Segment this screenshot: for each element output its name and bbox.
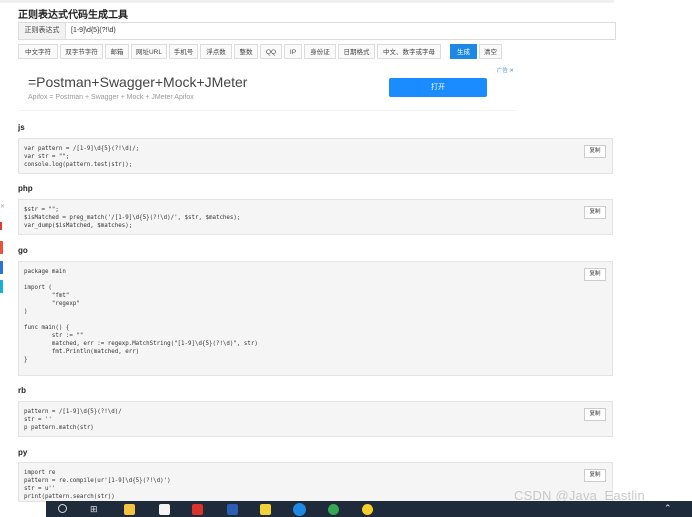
side-close-icon[interactable]: ✕ bbox=[0, 203, 5, 210]
copy-button-php[interactable]: 复制 bbox=[584, 206, 606, 219]
btn-integer[interactable]: 整数 bbox=[234, 44, 258, 59]
code-block-go: package main import ( "fmt" "regexp" ) f… bbox=[18, 261, 613, 376]
ad-corner-text: 广告 bbox=[496, 68, 508, 74]
copy-button-rb[interactable]: 复制 bbox=[584, 408, 606, 421]
top-divider bbox=[0, 0, 614, 3]
btn-qq[interactable]: QQ bbox=[260, 44, 282, 59]
section-title-go: go bbox=[18, 246, 28, 255]
btn-email[interactable]: 邮箱 bbox=[105, 44, 129, 59]
taskbar: ⊞ ⌃ bbox=[46, 501, 692, 517]
ad-title: =Postman+Swagger+Mock+JMeter bbox=[28, 74, 248, 90]
regex-input-row: 正则表达式 [1-9]\d{5}(?!\d) bbox=[18, 22, 616, 40]
file-explorer-icon[interactable] bbox=[124, 504, 135, 515]
share-qzone-icon[interactable] bbox=[0, 261, 3, 274]
regex-input[interactable]: [1-9]\d{5}(?!\d) bbox=[71, 23, 116, 39]
btn-phone[interactable]: 手机号 bbox=[169, 44, 198, 59]
task-view-icon[interactable]: ⊞ bbox=[90, 504, 98, 514]
typora-icon[interactable] bbox=[159, 504, 170, 515]
code-text-js: var pattern = /[1-9]\d{5}(?!\d)/; var st… bbox=[24, 146, 140, 168]
ad-open-button[interactable]: 打开 bbox=[389, 78, 487, 97]
copy-button-go[interactable]: 复制 bbox=[584, 268, 606, 281]
side-more-icon[interactable] bbox=[0, 222, 2, 230]
section-title-rb: rb bbox=[18, 386, 26, 395]
word-icon[interactable] bbox=[227, 504, 238, 515]
code-block-rb: pattern = /[1-9]\d{5}(?!\d)/ str = '' p … bbox=[18, 401, 613, 437]
btn-float[interactable]: 浮点数 bbox=[200, 44, 232, 59]
code-text-go: package main import ( "fmt" "regexp" ) f… bbox=[24, 269, 258, 363]
clear-button[interactable]: 清空 bbox=[479, 44, 502, 59]
chrome-icon[interactable] bbox=[328, 504, 339, 515]
page-title: 正则表达式代码生成工具 bbox=[18, 10, 128, 21]
share-tencent-icon[interactable] bbox=[0, 280, 3, 293]
code-block-php: $str = ""; $isMatched = preg_match('/[1-… bbox=[18, 199, 613, 235]
btn-alnum-chinese[interactable]: 中文、数字或字母 bbox=[377, 44, 441, 59]
section-title-py: py bbox=[18, 448, 28, 457]
code-text-php: $str = ""; $isMatched = preg_match('/[1-… bbox=[24, 207, 241, 229]
section-title-php: php bbox=[18, 184, 33, 193]
copy-button-js[interactable]: 复制 bbox=[584, 145, 606, 158]
btn-double-byte[interactable]: 双字节字符 bbox=[60, 44, 103, 59]
ad-subtitle: Apifox = Postman + Swagger + Mock + JMet… bbox=[28, 94, 194, 101]
code-block-js: var pattern = /[1-9]\d{5}(?!\d)/; var st… bbox=[18, 138, 613, 174]
regex-label: 正则表达式 bbox=[19, 23, 66, 39]
generate-button[interactable]: 生成 bbox=[450, 44, 477, 59]
btn-url[interactable]: 网址URL bbox=[131, 44, 167, 59]
btn-ip[interactable]: IP bbox=[284, 44, 302, 59]
browser-icon[interactable] bbox=[293, 503, 306, 516]
btn-date-format[interactable]: 日期格式 bbox=[338, 44, 375, 59]
notes-icon[interactable] bbox=[260, 504, 271, 515]
code-text-rb: pattern = /[1-9]\d{5}(?!\d)/ str = '' p … bbox=[24, 409, 122, 431]
search-icon[interactable] bbox=[58, 504, 67, 513]
share-weibo-icon[interactable] bbox=[0, 241, 3, 254]
copy-button-py[interactable]: 复制 bbox=[584, 469, 606, 482]
ad-banner[interactable]: =Postman+Swagger+Mock+JMeter Apifox = Po… bbox=[18, 65, 516, 111]
ad-corner-label[interactable]: 广告 ✕ bbox=[497, 66, 514, 74]
btn-id-card[interactable]: 身份证 bbox=[304, 44, 336, 59]
close-icon[interactable]: ✕ bbox=[509, 68, 514, 74]
btn-chinese-chars[interactable]: 中文字符 bbox=[18, 44, 58, 59]
chevron-up-icon[interactable]: ⌃ bbox=[664, 503, 672, 514]
wps-icon[interactable] bbox=[192, 504, 203, 515]
app-icon[interactable] bbox=[362, 504, 373, 515]
section-title-js: js bbox=[18, 123, 25, 132]
